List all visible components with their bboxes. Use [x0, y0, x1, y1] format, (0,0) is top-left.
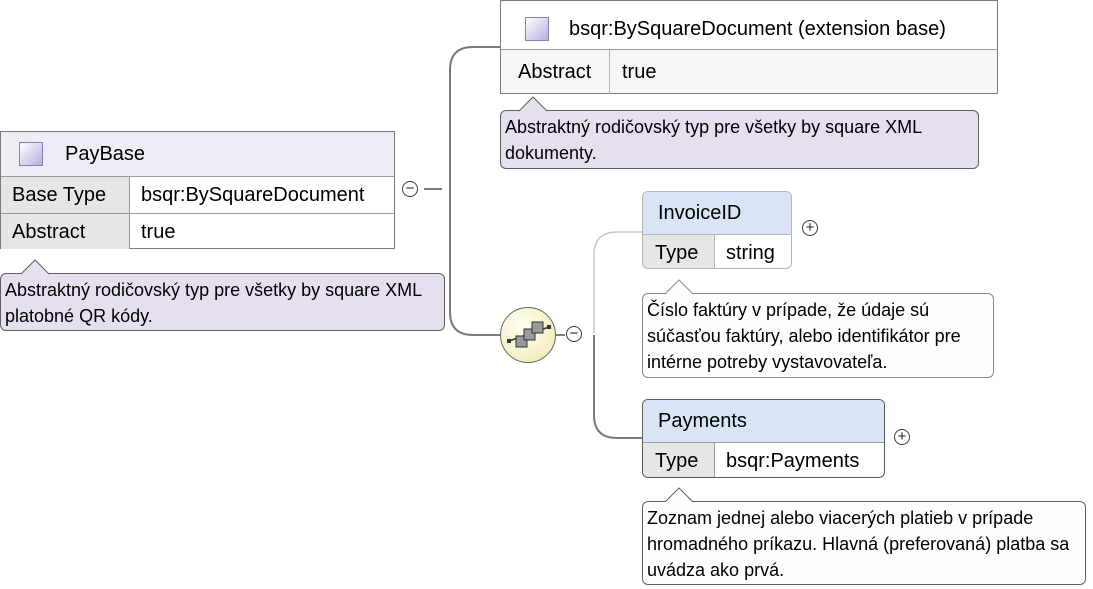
extension-base-row-abstract: Abstract true — [501, 50, 997, 94]
invoiceid-header: InvoiceID — [643, 192, 791, 234]
invoiceid-note-text: Číslo faktúry v prípade, že údaje sú súč… — [647, 300, 961, 372]
invoiceid-row-type: Type string — [643, 234, 791, 268]
note-pointer — [518, 96, 548, 112]
note-pointer — [20, 259, 50, 275]
paybase-note-text: Abstraktný rodičovský typ pre všetky by … — [5, 280, 422, 326]
payments-header: Payments — [643, 400, 884, 442]
complex-type-icon — [525, 17, 549, 41]
extension-base-note-text: Abstraktný rodičovský typ pre všetky by … — [505, 117, 922, 163]
payments-title: Payments — [658, 410, 747, 432]
extension-base-title: bsqr:BySquareDocument (extension base) — [569, 18, 946, 40]
invoiceid-value: string — [726, 242, 775, 264]
payments-note-text: Zoznam jednej alebo viacerých platieb v … — [647, 508, 1070, 580]
extension-base-value: true — [622, 61, 657, 83]
paybase-note: Abstraktný rodičovský typ pre všetky by … — [0, 273, 445, 331]
paybase-value: true — [141, 221, 176, 243]
expand-toggle[interactable]: + — [802, 220, 818, 236]
connector-extension — [449, 46, 500, 189]
paybase-header: PayBase — [1, 132, 394, 176]
sequence-icon — [507, 321, 551, 348]
paybase-key: Abstract — [1, 214, 130, 249]
connector-invoiceid — [593, 231, 642, 333]
paybase-box[interactable]: PayBase Base Type bsqr:BySquareDocument … — [0, 131, 395, 249]
collapse-toggle[interactable]: − — [402, 181, 418, 197]
note-pointer — [664, 487, 694, 503]
payments-value: bsqr:Payments — [726, 450, 860, 472]
extension-base-key: Abstract — [501, 50, 610, 94]
invoiceid-title: InvoiceID — [658, 202, 742, 224]
invoiceid-key: Type — [643, 235, 715, 268]
paybase-key: Base Type — [1, 177, 130, 213]
expand-toggle[interactable]: + — [894, 429, 910, 445]
invoiceid-note: Číslo faktúry v prípade, že údaje sú súč… — [642, 293, 994, 378]
note-pointer — [664, 279, 694, 295]
extension-base-header: bsqr:BySquareDocument (extension base) — [501, 1, 997, 50]
paybase-row-base-type: Base Type bsqr:BySquareDocument — [1, 176, 394, 213]
payments-note: Zoznam jednej alebo viacerých platieb v … — [642, 501, 1086, 585]
connector-payments — [593, 335, 642, 439]
paybase-row-abstract: Abstract true — [1, 213, 394, 249]
payments-box[interactable]: Payments Type bsqr:Payments — [642, 399, 885, 478]
connector-sequence — [449, 189, 500, 336]
payments-key: Type — [643, 443, 715, 477]
extension-base-note: Abstraktný rodičovský typ pre všetky by … — [500, 110, 979, 169]
paybase-title: PayBase — [65, 143, 146, 165]
payments-row-type: Type bsqr:Payments — [643, 442, 884, 477]
invoiceid-box[interactable]: InvoiceID Type string — [642, 191, 792, 269]
sequence-compositor[interactable] — [500, 307, 556, 363]
collapse-toggle[interactable]: − — [566, 326, 582, 342]
paybase-value: bsqr:BySquareDocument — [141, 184, 365, 206]
complex-type-icon — [19, 142, 43, 166]
extension-base-box[interactable]: bsqr:BySquareDocument (extension base) A… — [500, 0, 998, 94]
